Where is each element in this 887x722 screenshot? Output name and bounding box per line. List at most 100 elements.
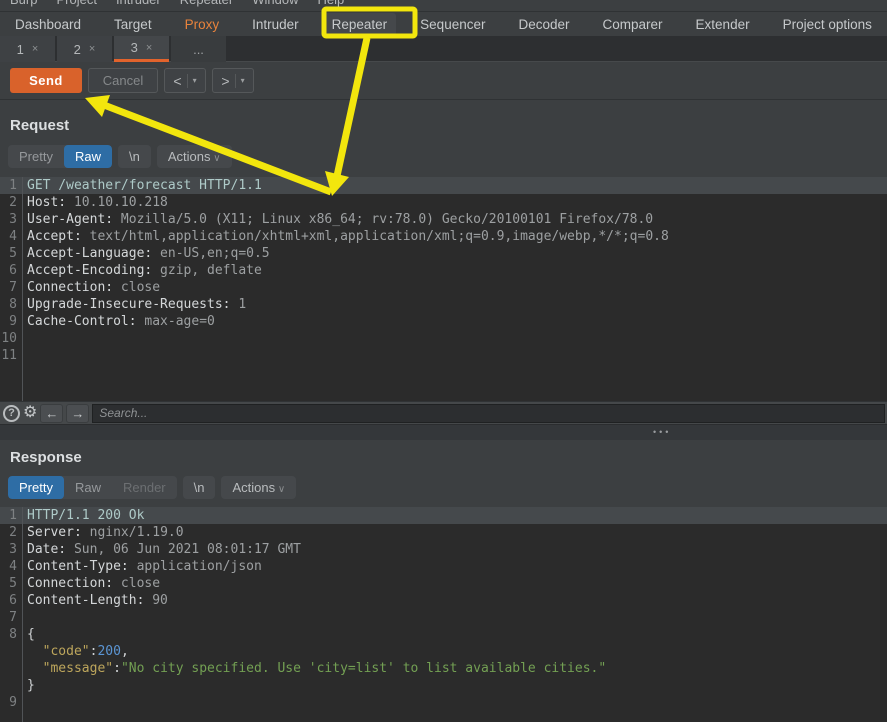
request-view-tab-pretty[interactable]: Pretty — [8, 145, 64, 168]
tab-label: ... — [193, 42, 204, 57]
code-line[interactable]: } — [0, 677, 887, 694]
help-icon[interactable]: ? — [3, 405, 20, 422]
gutter-divider — [22, 177, 23, 401]
gear-icon[interactable]: ⚙ — [23, 405, 37, 421]
code-line[interactable]: 10 — [0, 330, 887, 347]
code-token: , — [121, 644, 129, 659]
previous-response-button[interactable]: < ▾ — [164, 68, 206, 93]
menu-burp[interactable]: Burp — [10, 0, 37, 7]
code-line[interactable]: 1HTTP/1.1 200 Ok — [0, 507, 887, 524]
request-view-tab-actions[interactable]: Actions ∨ — [157, 145, 232, 168]
code-line[interactable]: 11 — [0, 347, 887, 364]
send-button[interactable]: Send — [10, 68, 82, 93]
line-number: 1 — [0, 507, 22, 524]
code-token: GET /weather/forecast HTTP/1.1 — [27, 178, 262, 193]
code-line[interactable]: "message":"No city specified. Use 'city=… — [0, 660, 887, 677]
menu-intruder[interactable]: Intruder — [116, 0, 161, 7]
tab-sequencer[interactable]: Sequencer — [420, 17, 485, 32]
code-line[interactable]: 2Host: 10.10.10.218 — [0, 194, 887, 211]
code-token: Upgrade-Insecure-Requests: — [27, 297, 231, 312]
tab-project-options[interactable]: Project options — [783, 17, 872, 32]
repeater-item-tab-1[interactable]: 1× — [0, 36, 55, 62]
tab-dashboard[interactable]: Dashboard — [15, 17, 81, 32]
code-text: Content-Length: 90 — [22, 592, 168, 609]
tab-decoder[interactable]: Decoder — [518, 17, 569, 32]
menu-help[interactable]: Help — [317, 0, 344, 7]
code-line[interactable]: 8Upgrade-Insecure-Requests: 1 — [0, 296, 887, 313]
code-token: Cache-Control: — [27, 314, 137, 329]
code-token: Accept: — [27, 229, 82, 244]
code-token: 10.10.10.218 — [66, 195, 168, 210]
repeater-item-tab-2[interactable]: 2× — [57, 36, 112, 62]
code-line[interactable]: 6Content-Length: 90 — [0, 592, 887, 609]
cancel-button[interactable]: Cancel — [88, 68, 158, 93]
line-number — [0, 660, 22, 677]
code-token: Server: — [27, 525, 82, 540]
line-number: 7 — [0, 279, 22, 296]
repeater-item-tab-n[interactable]: ... — [171, 36, 226, 62]
response-title: Response — [10, 449, 82, 466]
code-line[interactable]: 6Accept-Encoding: gzip, deflate — [0, 262, 887, 279]
code-line[interactable]: 5Accept-Language: en-US,en;q=0.5 — [0, 245, 887, 262]
code-token: close — [113, 280, 160, 295]
request-view-tab-raw[interactable]: Raw — [64, 145, 112, 168]
chevron-down-icon[interactable]: ▾ — [193, 76, 197, 85]
close-icon[interactable]: × — [32, 43, 38, 55]
splitter-handle-icon[interactable]: ••• — [653, 427, 671, 437]
response-view-tab-render[interactable]: Render — [112, 476, 177, 499]
response-editor[interactable]: 1HTTP/1.1 200 Ok2Server: nginx/1.19.03Da… — [0, 507, 887, 722]
tab-target[interactable]: Target — [114, 17, 152, 32]
tab-proxy[interactable]: Proxy — [185, 17, 220, 32]
code-text: GET /weather/forecast HTTP/1.1 — [22, 177, 262, 194]
request-view-tab-n[interactable]: \n — [118, 145, 151, 168]
repeater-toolbar: Send Cancel < ▾ > ▾ — [0, 62, 887, 100]
code-token: { — [27, 627, 35, 642]
response-view-tab-raw[interactable]: Raw — [64, 476, 112, 499]
code-token: } — [27, 678, 35, 693]
next-response-button[interactable]: > ▾ — [212, 68, 254, 93]
request-panel-header: Request PrettyRaw\nActions ∨ — [0, 100, 887, 177]
search-next-button[interactable]: → — [66, 404, 89, 423]
menu-project[interactable]: Project — [56, 0, 96, 7]
menu-window[interactable]: Window — [252, 0, 298, 7]
code-token: 200 — [97, 644, 120, 659]
code-line[interactable]: 9Cache-Control: max-age=0 — [0, 313, 887, 330]
line-number: 6 — [0, 592, 22, 609]
code-line[interactable]: 1GET /weather/forecast HTTP/1.1 — [0, 177, 887, 194]
response-view-tab-actions[interactable]: Actions ∨ — [221, 476, 296, 499]
code-line[interactable]: 7Connection: close — [0, 279, 887, 296]
tab-extender[interactable]: Extender — [696, 17, 750, 32]
tab-repeater[interactable]: Repeater — [323, 13, 397, 36]
code-text: { — [22, 626, 35, 643]
code-line[interactable]: 2Server: nginx/1.19.0 — [0, 524, 887, 541]
code-line[interactable]: 8{ — [0, 626, 887, 643]
response-view-tab-pretty[interactable]: Pretty — [8, 476, 64, 499]
code-text: User-Agent: Mozilla/5.0 (X11; Linux x86_… — [22, 211, 653, 228]
tab-intruder[interactable]: Intruder — [252, 17, 299, 32]
close-icon[interactable]: × — [146, 42, 152, 54]
code-line[interactable]: 3User-Agent: Mozilla/5.0 (X11; Linux x86… — [0, 211, 887, 228]
line-number: 2 — [0, 524, 22, 541]
code-line[interactable]: 9 — [0, 694, 887, 711]
chevron-down-icon[interactable]: ▾ — [241, 76, 245, 85]
menu-repeater[interactable]: Repeater — [180, 0, 233, 7]
line-number: 3 — [0, 541, 22, 558]
tab-comparer[interactable]: Comparer — [603, 17, 663, 32]
code-line[interactable]: 7 — [0, 609, 887, 626]
menu-bar-items: Burp Project Intruder Repeater Window Help — [0, 0, 887, 7]
close-icon[interactable]: × — [89, 43, 95, 55]
response-view-tab-n[interactable]: \n — [183, 476, 216, 499]
request-search-bar: ? ⚙ ← → — [0, 401, 887, 424]
code-line[interactable]: 4Content-Type: application/json — [0, 558, 887, 575]
code-line[interactable]: 5Connection: close — [0, 575, 887, 592]
request-editor[interactable]: 1GET /weather/forecast HTTP/1.12Host: 10… — [0, 177, 887, 401]
pane-splitter[interactable]: ••• — [0, 424, 887, 440]
code-line[interactable]: 3Date: Sun, 06 Jun 2021 08:01:17 GMT — [0, 541, 887, 558]
repeater-item-tab-3[interactable]: 3× — [114, 36, 169, 62]
search-previous-button[interactable]: ← — [40, 404, 63, 423]
code-line[interactable]: "code":200, — [0, 643, 887, 660]
code-line[interactable]: 4Accept: text/html,application/xhtml+xml… — [0, 228, 887, 245]
code-text: Connection: close — [22, 279, 160, 296]
search-input[interactable] — [92, 404, 885, 423]
main-tab-bar: Dashboard Target Proxy Intruder Repeater Sequ… — [0, 12, 887, 36]
